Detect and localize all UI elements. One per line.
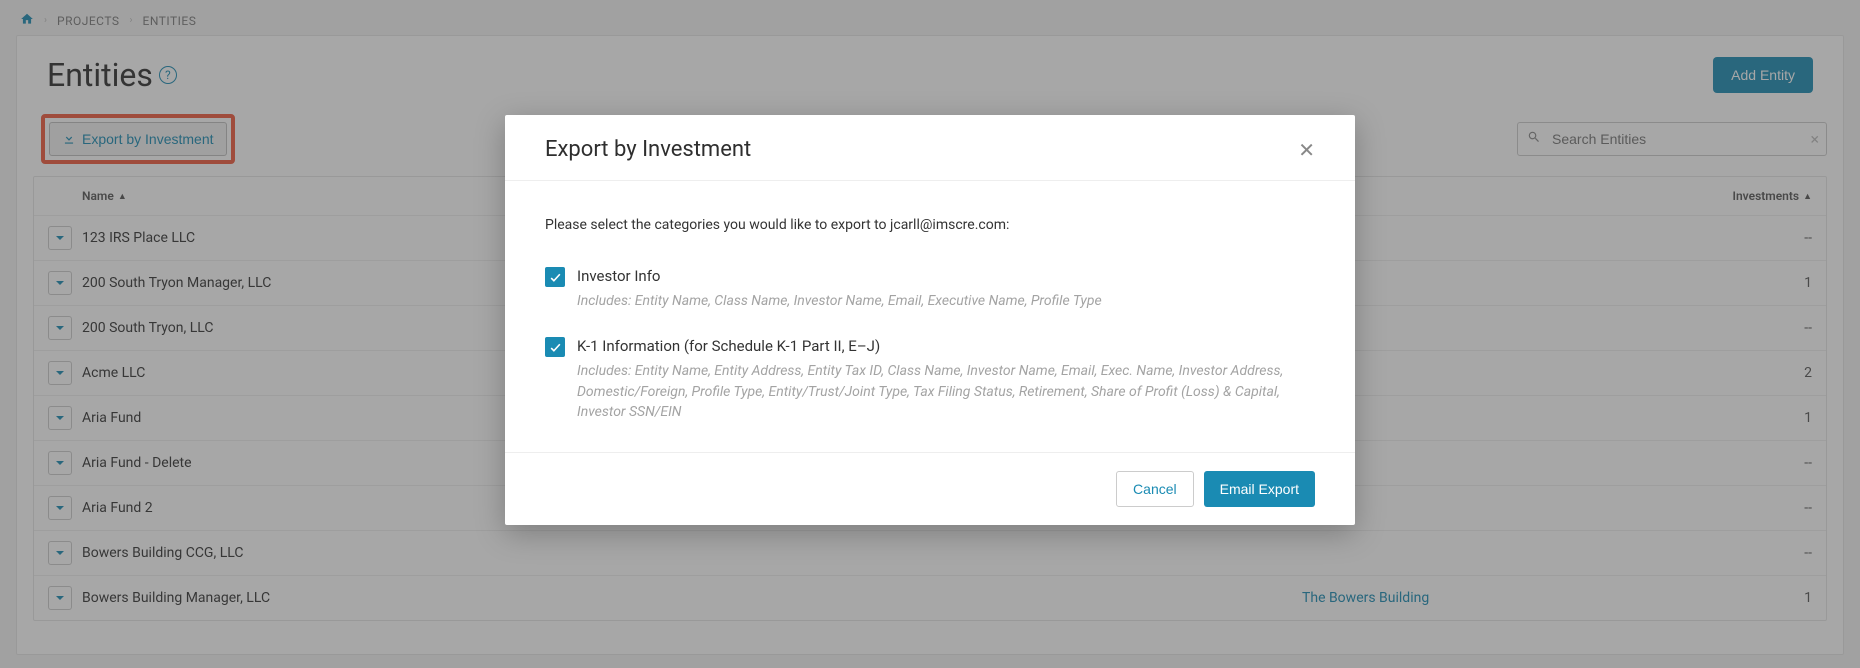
checkbox-k1-info[interactable]	[545, 337, 565, 357]
modal-body: Please select the categories you would l…	[505, 181, 1355, 452]
modal-overlay: Export by Investment ✕ Please select the…	[0, 0, 1860, 668]
option-desc: Includes: Entity Name, Class Name, Inves…	[577, 291, 1102, 311]
modal-title: Export by Investment	[545, 137, 751, 162]
option-investor-info: Investor Info Includes: Entity Name, Cla…	[545, 267, 1315, 311]
email-export-button[interactable]: Email Export	[1204, 471, 1315, 507]
modal-footer: Cancel Email Export	[505, 452, 1355, 525]
checkbox-investor-info[interactable]	[545, 267, 565, 287]
option-desc: Includes: Entity Name, Entity Address, E…	[577, 361, 1315, 422]
option-label: Investor Info	[577, 267, 1102, 285]
modal-instruction: Please select the categories you would l…	[545, 217, 1315, 233]
option-label: K-1 Information (for Schedule K-1 Part I…	[577, 337, 1315, 355]
cancel-button[interactable]: Cancel	[1116, 471, 1194, 507]
close-icon[interactable]: ✕	[1298, 138, 1315, 162]
modal-header: Export by Investment ✕	[505, 115, 1355, 181]
option-k1-info: K-1 Information (for Schedule K-1 Part I…	[545, 337, 1315, 422]
export-modal: Export by Investment ✕ Please select the…	[505, 115, 1355, 525]
